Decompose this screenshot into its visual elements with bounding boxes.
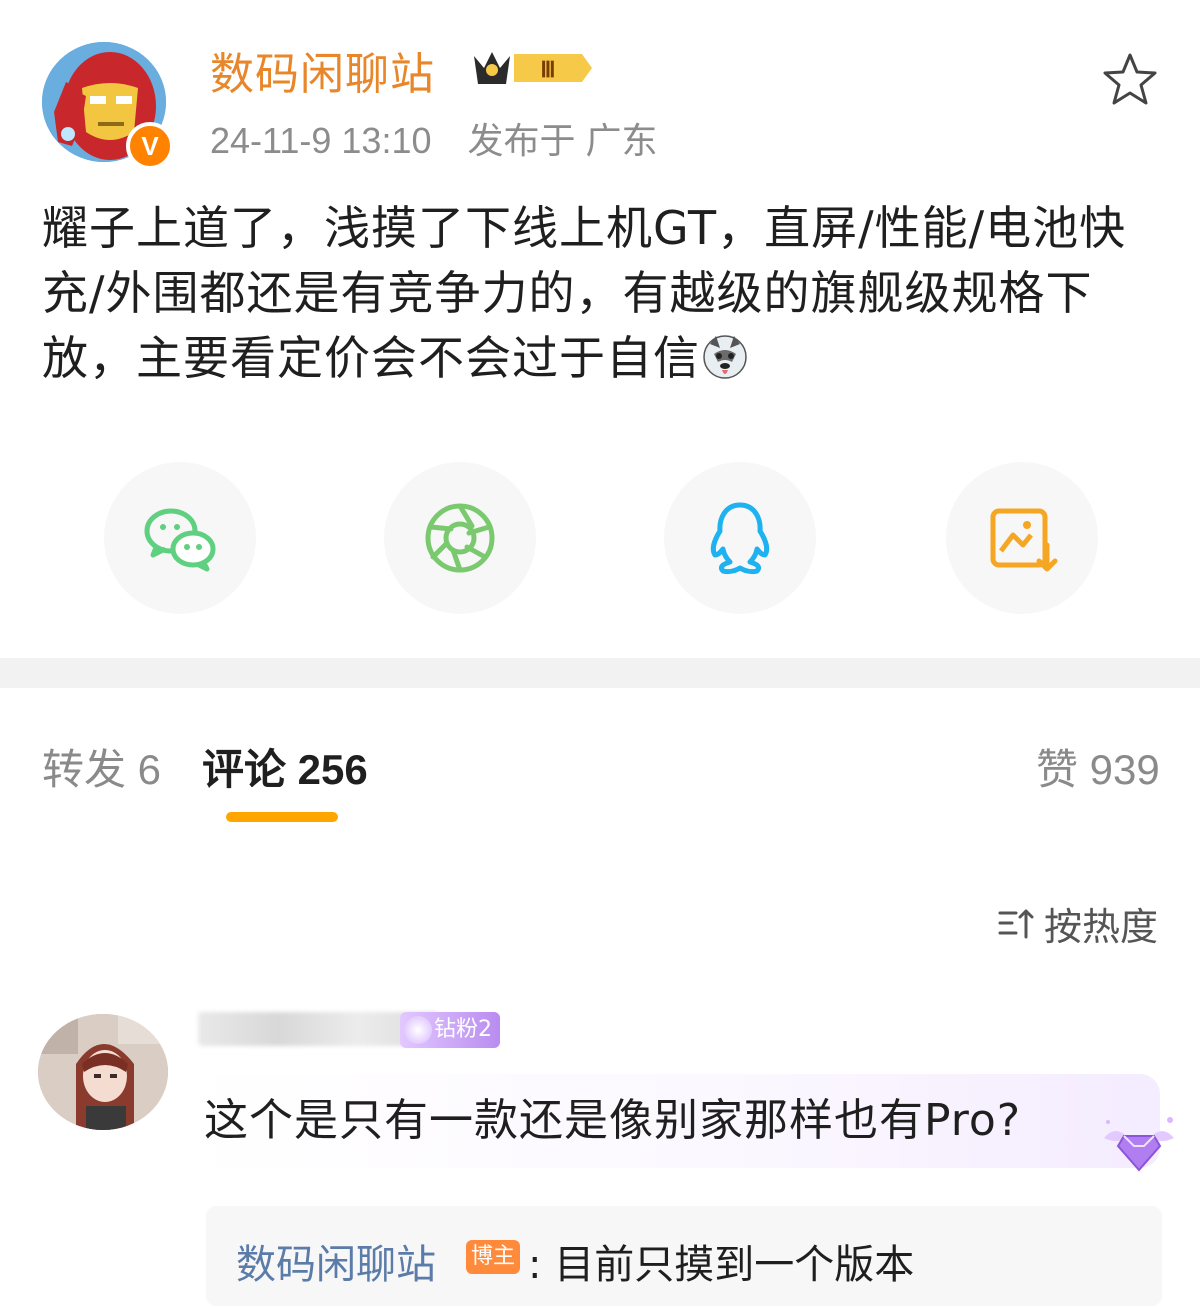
share-wechat-button[interactable] bbox=[104, 462, 256, 614]
sort-icon bbox=[998, 909, 1034, 938]
reply-text: : 目前只摸到一个版本 bbox=[528, 1242, 915, 1288]
share-row bbox=[0, 462, 1200, 622]
husky-emoji-icon bbox=[703, 335, 747, 379]
sort-by-heat-button[interactable]: 按热度 bbox=[996, 896, 1158, 951]
post-time: 24-11-9 13:10 bbox=[210, 120, 432, 161]
active-tab-indicator bbox=[226, 812, 338, 822]
qq-icon bbox=[710, 502, 770, 575]
moments-icon bbox=[425, 503, 495, 573]
crown-level-badge: Ⅲ bbox=[474, 52, 592, 84]
host-badge: 博主 bbox=[466, 1240, 520, 1274]
save-image-icon bbox=[990, 508, 1058, 572]
tab-repost[interactable]: 转发 6 bbox=[42, 736, 161, 797]
author-name[interactable]: 数码闲聊站 bbox=[210, 38, 435, 102]
tab-likes[interactable]: 赞 939 bbox=[1036, 736, 1160, 797]
share-moments-button[interactable] bbox=[384, 462, 536, 614]
share-qq-button[interactable] bbox=[664, 462, 816, 614]
section-divider bbox=[0, 658, 1200, 688]
share-save-image-button[interactable] bbox=[946, 462, 1098, 614]
interaction-tabs: 转发 6 评论 256 赞 939 bbox=[0, 730, 1200, 830]
post-header: V 数码闲聊站 Ⅲ 24-11-9 13:10 发布于 广东 bbox=[0, 0, 1200, 180]
sort-label: 按热度 bbox=[1044, 905, 1159, 949]
level-badge-text: Ⅲ bbox=[540, 57, 555, 82]
commenter-avatar-image bbox=[38, 1014, 168, 1130]
reply-author[interactable]: 数码闲聊站 bbox=[236, 1232, 436, 1290]
comment-item: 钻粉2 这个是只有一款还是像别家那样也有Pro? 数码闲聊站 博主 : 目前只摸… bbox=[0, 990, 1200, 1308]
fan-level-badge: 钻粉2 bbox=[400, 1012, 500, 1048]
post-text: 耀子上道了，浅摸了下线上机GT，直屏/性能/电池快充/外围都还是有竞争力的，有越… bbox=[42, 196, 1172, 391]
tab-comments[interactable]: 评论 256 bbox=[202, 736, 368, 797]
post-location: 发布于 广东 bbox=[467, 120, 658, 161]
diamond-wings-icon bbox=[1104, 1117, 1174, 1172]
commenter-avatar[interactable] bbox=[38, 1014, 168, 1130]
comment-text: 这个是只有一款还是像别家那样也有Pro? bbox=[204, 1095, 1022, 1146]
star-icon[interactable] bbox=[1100, 50, 1160, 110]
fan-badge-label: 钻粉2 bbox=[434, 1017, 492, 1042]
post-meta: 24-11-9 13:10 发布于 广东 bbox=[210, 112, 658, 164]
wechat-icon bbox=[144, 508, 216, 572]
diamond-gem-icon bbox=[404, 1016, 432, 1044]
post-body: 耀子上道了，浅摸了下线上机GT，直屏/性能/电池快充/外围都还是有竞争力的，有越… bbox=[42, 201, 1127, 385]
verified-badge: V bbox=[126, 122, 174, 170]
